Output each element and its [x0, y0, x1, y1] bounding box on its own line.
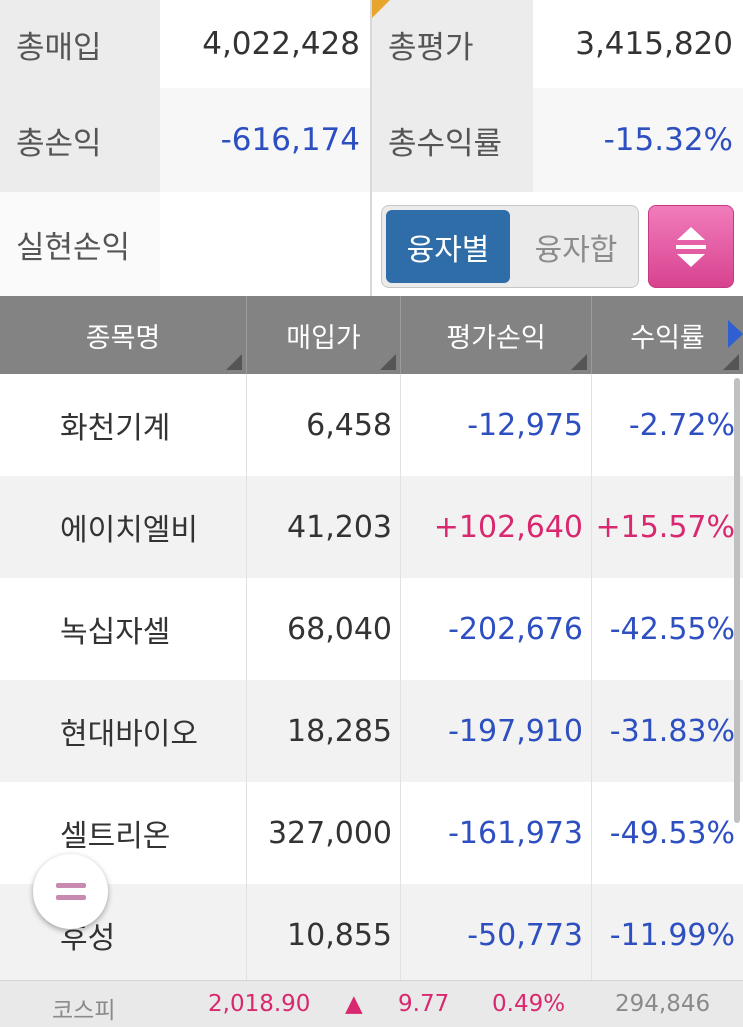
stock-name: 녹십자셀 — [0, 578, 247, 680]
table-row[interactable]: 녹십자셀 68,040 -202,676 -42.55% — [0, 578, 743, 680]
ticker-index-name: 코스피 — [52, 998, 116, 1024]
total-pl-value: -616,174 — [160, 88, 370, 192]
header-return-rate-label: 수익률 — [630, 322, 705, 354]
eval-pl: +102,640 — [401, 476, 592, 578]
eval-pl: -161,973 — [401, 782, 592, 884]
header-eval-pl[interactable]: 평가손익 — [401, 296, 592, 374]
total-eval-value: 3,415,820 — [533, 0, 743, 88]
purchase-price: 18,285 — [247, 680, 401, 782]
ticker-change-pct: 0.49% — [492, 991, 566, 1017]
stock-name: 화천기계 — [0, 374, 247, 476]
total-return-label: 총수익률 — [372, 88, 533, 192]
total-return-value: -15.32% — [533, 88, 743, 192]
table-row[interactable]: 셀트리온 327,000 -161,973 -49.53% — [0, 782, 743, 884]
eval-pl: -197,910 — [401, 680, 592, 782]
up-triangle-icon: ▲ — [345, 991, 363, 1017]
realized-pl-label: 실현손익 — [0, 192, 160, 296]
right-triangle-icon[interactable] — [728, 320, 743, 348]
header-return-rate[interactable]: 수익률 — [592, 296, 743, 374]
loan-view-toggle[interactable]: 융자별 융자합 — [381, 205, 639, 288]
table-row[interactable]: 화천기계 6,458 -12,975 -2.72% — [0, 374, 743, 476]
ticker-volume: 294,846 — [615, 991, 711, 1017]
holdings-table-header: 종목명 매입가 평가손익 수익률 — [0, 296, 743, 374]
header-eval-pl-label: 평가손익 — [446, 322, 546, 354]
total-pl-label: 총손익 — [0, 88, 160, 192]
purchase-price: 41,203 — [247, 476, 401, 578]
return-rate: -31.83% — [609, 713, 735, 749]
column-divider — [370, 0, 372, 296]
account-summary: 총매입 4,022,428 총평가 3,415,820 총손익 -616,174… — [0, 0, 743, 296]
return-rate: -49.53% — [609, 815, 735, 851]
table-scrollbar[interactable] — [734, 378, 740, 823]
table-row[interactable]: 후성 10,855 -50,773 -11.99% — [0, 884, 743, 980]
toggle-loan-sum[interactable]: 융자합 — [514, 206, 638, 287]
return-rate: -42.55% — [609, 611, 735, 647]
menu-lines-icon — [55, 882, 86, 900]
sort-toggle-button[interactable] — [648, 205, 734, 288]
purchase-price: 10,855 — [247, 884, 401, 980]
return-rate: -11.99% — [609, 917, 735, 953]
header-stock-name-label: 종목명 — [85, 322, 161, 354]
sort-corner-icon — [226, 354, 242, 370]
realized-pl-value — [160, 192, 370, 296]
header-purchase-price[interactable]: 매입가 — [247, 296, 401, 374]
purchase-price: 327,000 — [247, 782, 401, 884]
total-eval-label: 총평가 — [372, 0, 533, 88]
ticker-change: 9.77 — [398, 991, 450, 1017]
total-purchase-value: 4,022,428 — [160, 0, 370, 88]
sort-corner-icon — [723, 354, 739, 370]
table-row[interactable]: 에이치엘비 41,203 +102,640 +15.57% — [0, 476, 743, 578]
return-rate: -2.72% — [628, 407, 735, 443]
corner-marker-icon — [372, 0, 390, 18]
header-purchase-price-label: 매입가 — [286, 322, 361, 354]
purchase-price: 68,040 — [247, 578, 401, 680]
floating-menu-button[interactable] — [33, 854, 108, 929]
stock-name: 현대바이오 — [0, 680, 247, 782]
purchase-price: 6,458 — [247, 374, 401, 476]
stock-name: 셀트리온 — [0, 782, 247, 884]
sort-corner-icon — [571, 354, 587, 370]
ticker-index-value: 2,018.90 — [208, 991, 311, 1017]
index-ticker-bar[interactable]: 코스피 2,018.90 ▲ 9.77 0.49% 294,846 — [0, 980, 743, 1027]
eval-pl: -202,676 — [401, 578, 592, 680]
holdings-table-body[interactable]: 화천기계 6,458 -12,975 -2.72% 에이치엘비 41,203 +… — [0, 374, 743, 980]
header-stock-name[interactable]: 종목명 — [0, 296, 247, 374]
sort-corner-icon — [380, 354, 396, 370]
eval-pl: -12,975 — [401, 374, 592, 476]
eval-pl: -50,773 — [401, 884, 592, 980]
toggle-by-loan[interactable]: 융자별 — [386, 210, 510, 283]
stock-name: 에이치엘비 — [0, 476, 247, 578]
table-row[interactable]: 현대바이오 18,285 -197,910 -31.83% — [0, 680, 743, 782]
return-rate: +15.57% — [595, 509, 735, 545]
total-purchase-label: 총매입 — [0, 0, 160, 88]
up-down-arrows-icon — [676, 226, 706, 267]
